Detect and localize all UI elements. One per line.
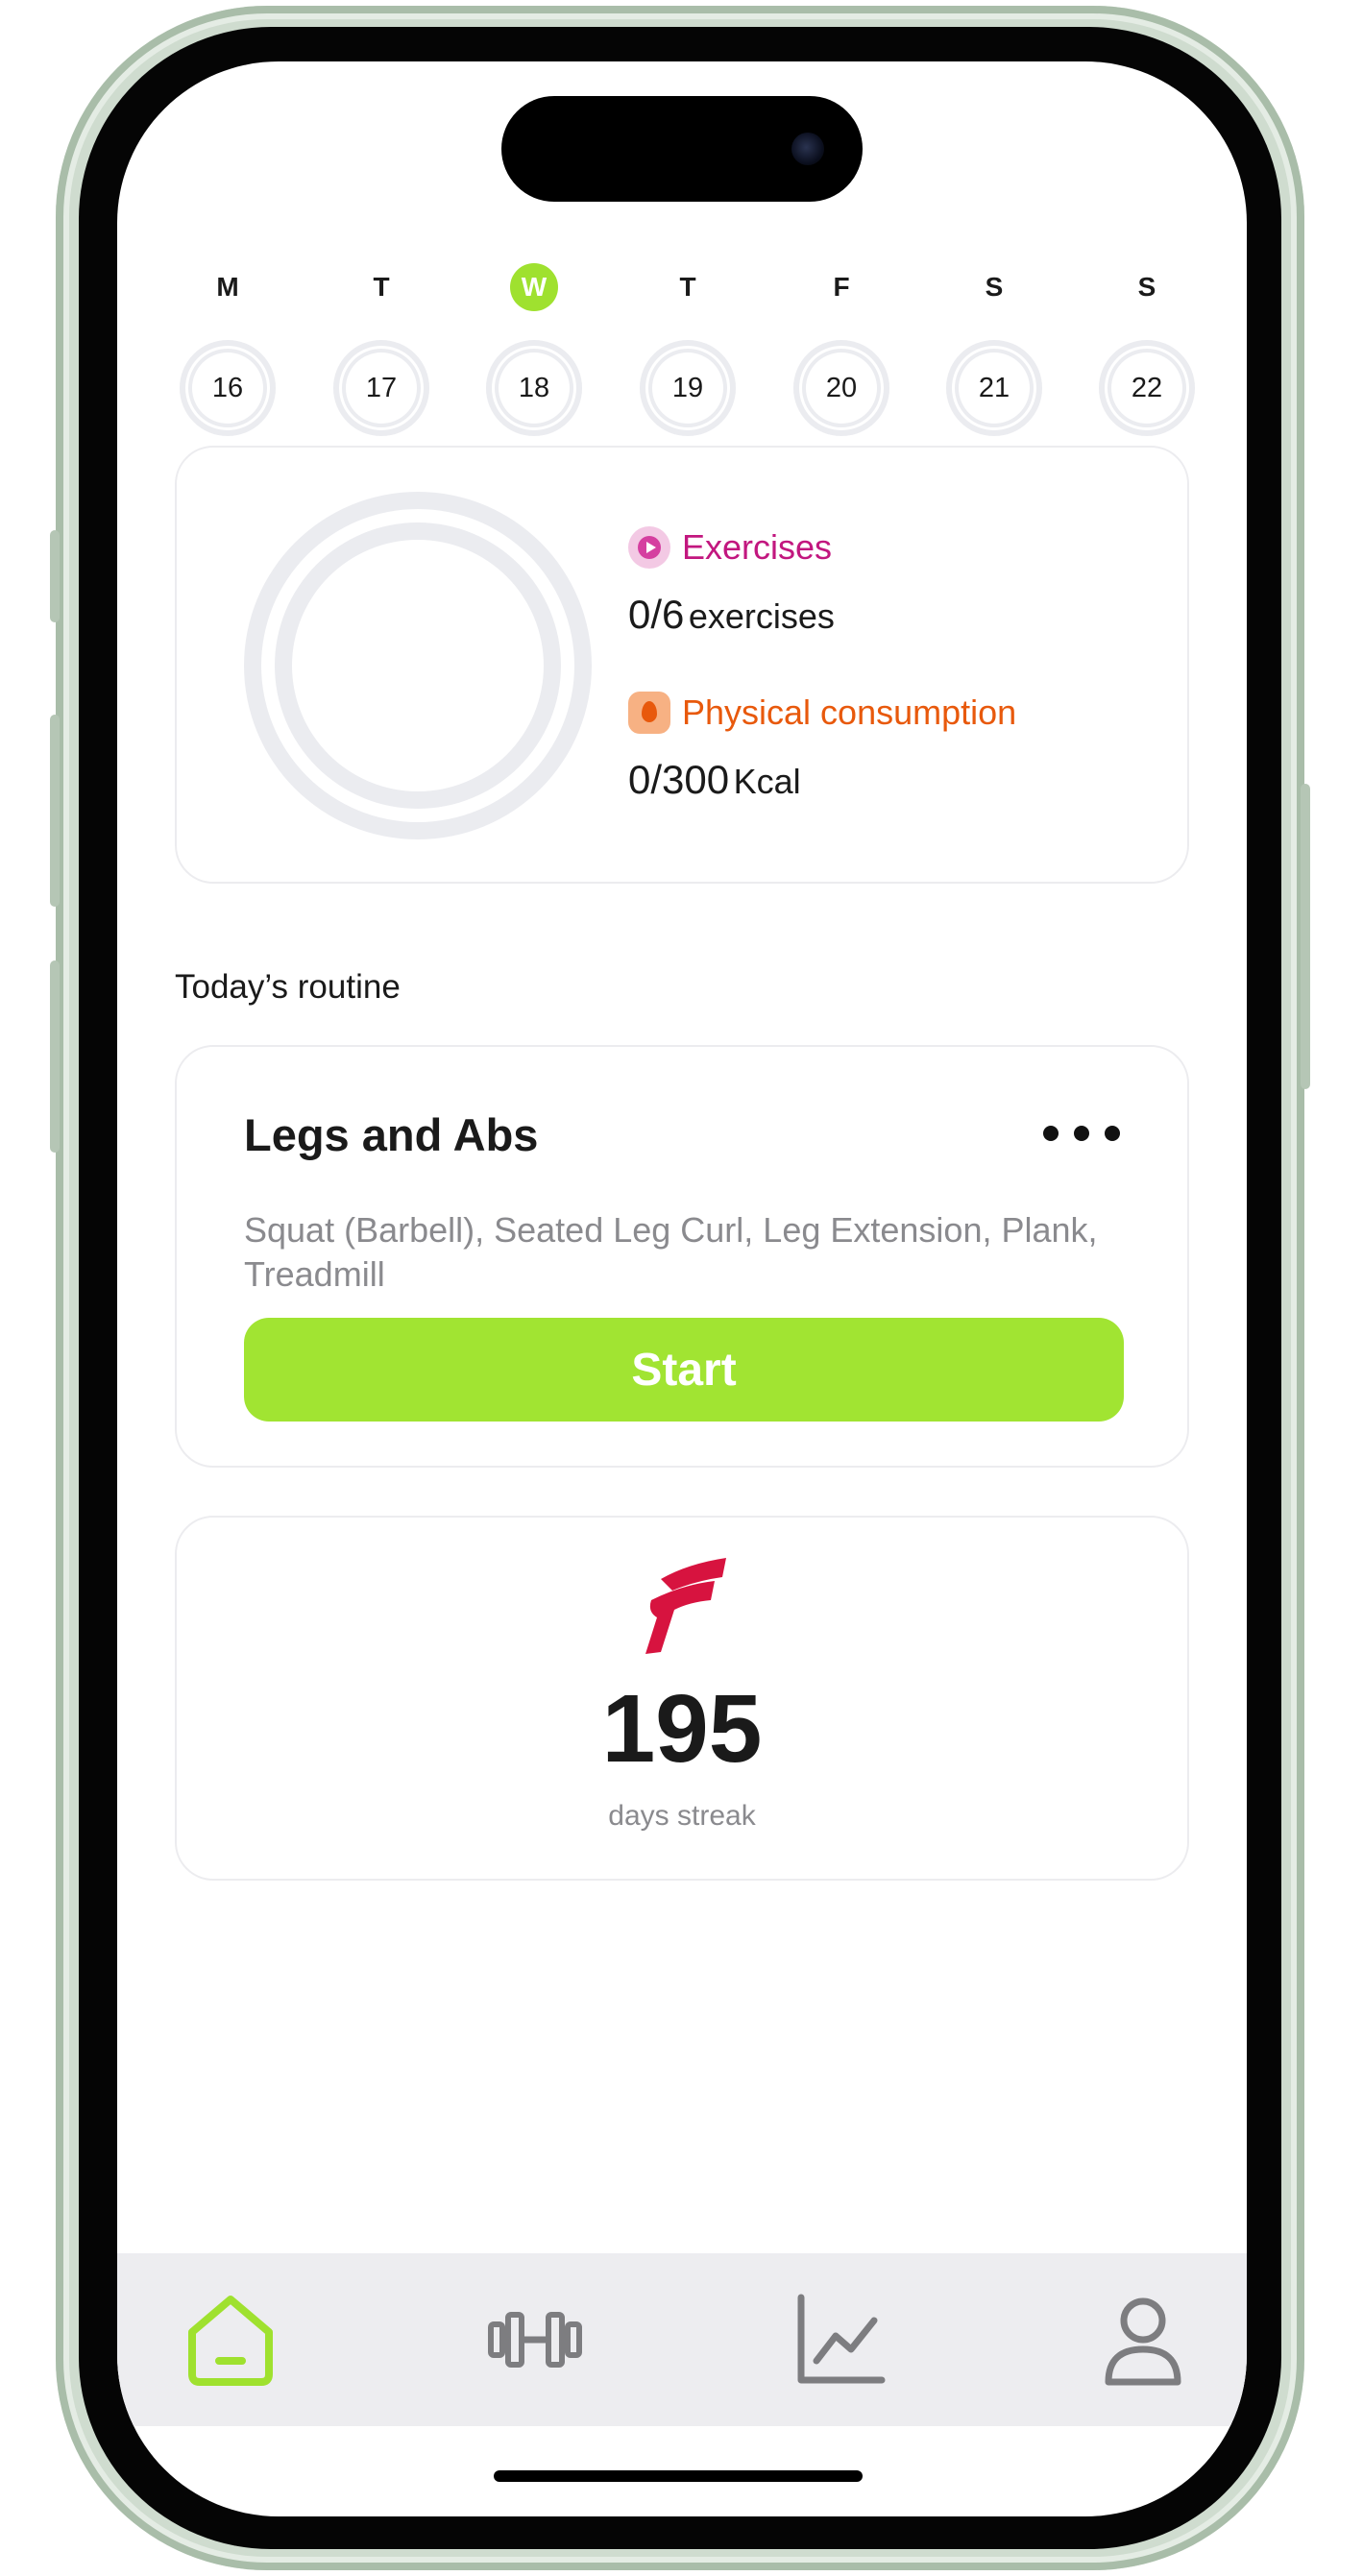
day-date[interactable]: 22 bbox=[1099, 340, 1195, 436]
day-thursday[interactable]: T 19 bbox=[635, 244, 741, 465]
day-monday[interactable]: M 16 bbox=[175, 244, 280, 465]
fire-icon bbox=[628, 692, 670, 734]
day-date[interactable]: 19 bbox=[640, 340, 736, 436]
home-icon bbox=[188, 2296, 273, 2386]
daily-progress-card: Exercises 0/6 exercises Physical consump… bbox=[175, 446, 1189, 884]
day-date[interactable]: 20 bbox=[793, 340, 889, 436]
exercises-value: 0/6 exercises bbox=[628, 592, 835, 638]
dumbbell-icon bbox=[488, 2312, 582, 2368]
dynamic-island bbox=[501, 96, 863, 202]
start-button[interactable]: Start bbox=[244, 1318, 1124, 1422]
day-tuesday[interactable]: T 17 bbox=[329, 244, 434, 465]
consumption-label: Physical consumption bbox=[628, 692, 1016, 734]
consumption-label-text: Physical consumption bbox=[682, 693, 1017, 732]
tab-bar bbox=[117, 2253, 1247, 2426]
exercises-label-text: Exercises bbox=[682, 527, 833, 567]
day-letter-selected: W bbox=[510, 263, 558, 311]
more-options-icon[interactable] bbox=[1043, 1114, 1120, 1153]
tab-workouts[interactable] bbox=[487, 2292, 583, 2388]
section-title: Today’s routine bbox=[175, 968, 401, 1006]
day-friday[interactable]: F 20 bbox=[789, 244, 894, 465]
day-letter: T bbox=[679, 272, 696, 302]
day-date[interactable]: 17 bbox=[333, 340, 429, 436]
tab-profile[interactable] bbox=[1095, 2292, 1191, 2388]
progress-ring-inner bbox=[275, 522, 561, 809]
consumption-unit: Kcal bbox=[733, 762, 801, 801]
consumption-value: 0/300 Kcal bbox=[628, 757, 801, 803]
camera-icon bbox=[791, 133, 824, 165]
day-letter: M bbox=[216, 272, 239, 302]
day-wednesday[interactable]: W 18 bbox=[481, 244, 587, 465]
day-letter: T bbox=[373, 272, 390, 302]
day-saturday[interactable]: S 21 bbox=[941, 244, 1047, 465]
chart-icon bbox=[797, 2294, 886, 2384]
week-strip: M 16 T 17 W 18 T 19 F 20 S 21 S 22 bbox=[175, 244, 1195, 465]
day-date[interactable]: 18 bbox=[486, 340, 582, 436]
routine-exercise-list: Squat (Barbell), Seated Leg Curl, Leg Ex… bbox=[244, 1210, 1098, 1294]
day-letter: F bbox=[833, 272, 850, 302]
day-date[interactable]: 16 bbox=[180, 340, 276, 436]
play-clock-icon bbox=[628, 526, 670, 569]
consumption-count: 0/300 bbox=[628, 757, 730, 802]
streak-label: days streak bbox=[608, 1800, 756, 1832]
streak-count: 195 bbox=[601, 1675, 763, 1783]
action-button bbox=[50, 530, 60, 622]
home-indicator bbox=[494, 2470, 863, 2482]
volume-up-button bbox=[50, 715, 60, 907]
day-sunday[interactable]: S 22 bbox=[1094, 244, 1200, 465]
exercises-unit: exercises bbox=[688, 596, 835, 636]
screen: M 16 T 17 W 18 T 19 F 20 S 21 S 22 Exerc… bbox=[117, 61, 1247, 2516]
day-letter: S bbox=[1137, 272, 1156, 302]
exercises-count: 0/6 bbox=[628, 592, 685, 637]
day-date[interactable]: 21 bbox=[946, 340, 1042, 436]
tab-home[interactable] bbox=[183, 2292, 279, 2388]
profile-icon bbox=[1105, 2297, 1181, 2386]
day-letter: S bbox=[985, 272, 1004, 302]
power-button bbox=[1301, 784, 1310, 1089]
volume-down-button bbox=[50, 960, 60, 1153]
exercises-label: Exercises bbox=[628, 526, 832, 569]
streak-card: 195 days streak bbox=[175, 1516, 1189, 1881]
streak-logo-icon bbox=[645, 1558, 726, 1654]
routine-title: Legs and Abs bbox=[244, 1109, 539, 1160]
tab-stats[interactable] bbox=[791, 2292, 888, 2388]
routine-card[interactable]: Legs and Abs Squat (Barbell), Seated Leg… bbox=[175, 1045, 1189, 1468]
